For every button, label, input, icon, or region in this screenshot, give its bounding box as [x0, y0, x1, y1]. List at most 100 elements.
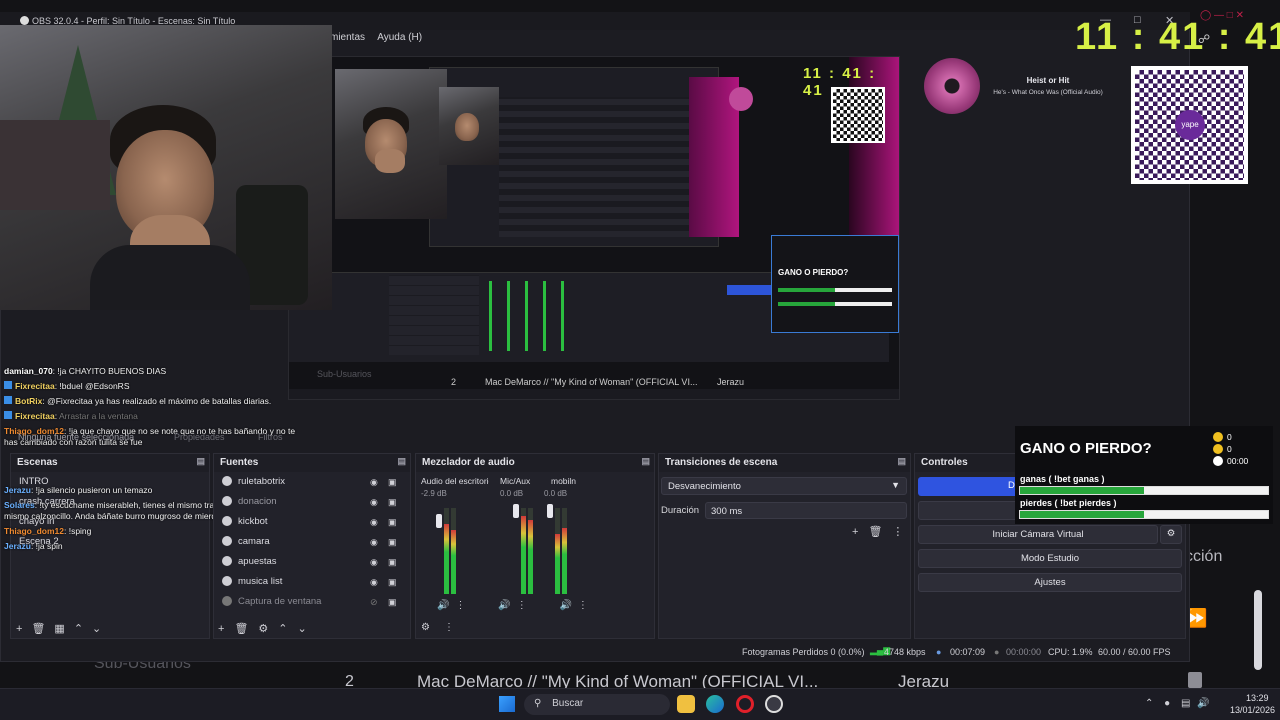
source-settings-icon[interactable]: ⚙	[258, 623, 268, 635]
more-icon[interactable]: ⋮	[517, 600, 527, 611]
lock-icon[interactable]: ▣	[388, 472, 397, 492]
scene-filter-button[interactable]: ▦	[54, 623, 64, 635]
remove-scene-button[interactable]: 🗑	[31, 623, 45, 635]
song-artist: He's - What Once Was (Official Audio)	[993, 89, 1103, 96]
search-placeholder: Buscar	[552, 698, 584, 709]
opera-icon[interactable]	[736, 695, 754, 713]
visibility-eye-icon[interactable]: ◉	[370, 572, 378, 592]
lock-icon[interactable]: ▣	[388, 512, 397, 532]
remove-transition-button[interactable]: 🗑	[868, 526, 882, 538]
source-item[interactable]: Captura de ventana ⊘ ▣	[214, 592, 410, 612]
menu-help[interactable]: Ayuda (H)	[377, 32, 422, 43]
move-down-button[interactable]: ⌄	[92, 623, 101, 635]
lock-icon[interactable]: ▣	[388, 552, 397, 572]
mic-icon[interactable]: ●	[1164, 698, 1170, 709]
webcam-body	[90, 245, 250, 310]
meter-level	[555, 534, 560, 594]
start-button[interactable]	[499, 696, 515, 712]
lose-bar	[1019, 510, 1269, 519]
source-item[interactable]: ruletabotrix ◉ ▣	[214, 472, 410, 492]
duration-input[interactable]: 300 ms	[705, 502, 907, 519]
visibility-eye-icon[interactable]: ◉	[370, 492, 378, 512]
speaker-icon[interactable]: 🔊	[498, 600, 510, 611]
volume-fader[interactable]	[513, 504, 519, 518]
volume-fader[interactable]	[436, 514, 442, 528]
lock-icon[interactable]: ▣	[388, 492, 397, 512]
chat-badge-icon	[4, 411, 12, 419]
lock-icon[interactable]: ▣	[388, 592, 397, 612]
move-up-button[interactable]: ⌃	[74, 623, 83, 635]
channel-name: Audio del escritorio	[421, 476, 489, 486]
source-item[interactable]: apuestas ◉ ▣	[214, 552, 410, 572]
mixer-settings-icon[interactable]: ⚙	[421, 622, 430, 633]
preview-canvas[interactable]: 11 : 41 : 41 GANO O PIERDO? Sub-Usuarios…	[288, 56, 900, 400]
taskbar-search[interactable]: ⚲ Buscar	[524, 694, 670, 715]
pin-icon: ☍	[1198, 32, 1211, 46]
undock-icon[interactable]: ▤	[397, 456, 406, 467]
remove-source-button[interactable]: 🗑	[234, 623, 248, 635]
source-item[interactable]: donacion ◉ ▣	[214, 492, 410, 512]
chat-text: : !ja silencio pusieron un temazo	[30, 485, 153, 495]
undock-icon[interactable]: ▤	[897, 456, 906, 467]
virtual-camera-settings-button[interactable]: ⚙	[1160, 525, 1182, 544]
move-up-button[interactable]: ⌃	[278, 623, 287, 635]
move-down-button[interactable]: ⌄	[298, 623, 307, 635]
controls-title: Controles	[921, 457, 968, 468]
meter-level	[521, 516, 526, 594]
speaker-icon[interactable]: 🔊	[559, 600, 571, 611]
settings-button[interactable]: Ajustes	[918, 573, 1182, 592]
more-icon[interactable]: ⋮	[578, 600, 588, 611]
cpu-usage: CPU: 1.9%	[1048, 647, 1093, 657]
undock-icon[interactable]: ▤	[196, 456, 205, 467]
undock-icon[interactable]: ▤	[641, 456, 650, 467]
add-source-button[interactable]: +	[218, 623, 224, 635]
stream-time: 00:07:09	[950, 647, 986, 657]
hidden-eye-icon[interactable]: ⊘	[370, 592, 378, 612]
nested-grid	[499, 97, 719, 237]
speaker-icon[interactable]: 🔊	[437, 600, 449, 611]
menu-tools[interactable]: mientas	[330, 32, 365, 43]
volume-fader[interactable]	[547, 504, 553, 518]
edge-icon[interactable]	[706, 695, 724, 713]
bet-timer: 00:00	[1227, 456, 1249, 466]
more-icon[interactable]: ⋮	[892, 526, 903, 538]
properties-button[interactable]: Propiedades	[174, 432, 225, 442]
transition-select[interactable]: Desvanecimiento ▼	[661, 477, 907, 495]
clock-hours: 11	[1075, 16, 1120, 58]
volume-icon[interactable]: 🔊	[1197, 698, 1209, 709]
source-type-icon	[222, 596, 232, 607]
search-icon: ⚲	[534, 698, 542, 709]
source-label: ruletabotrix	[238, 476, 285, 487]
lock-icon[interactable]: ▣	[388, 532, 397, 552]
visibility-eye-icon[interactable]: ◉	[370, 512, 378, 532]
record-icon: ●	[994, 647, 1000, 657]
visibility-eye-icon[interactable]: ◉	[370, 472, 378, 492]
visibility-eye-icon[interactable]: ◉	[370, 552, 378, 572]
source-item[interactable]: camara ◉ ▣	[214, 532, 410, 552]
visibility-eye-icon[interactable]: ◉	[370, 532, 378, 552]
transitions-header: Transiciones de escena ▤	[659, 454, 910, 472]
chevron-up-icon[interactable]: ⌃	[1145, 698, 1153, 709]
song-title: Heist or Hit	[1026, 76, 1070, 85]
start-virtual-camera-button[interactable]: Iniciar Cámara Virtual	[918, 525, 1158, 544]
transitions-toolbar: + 🗑 ⋮	[852, 525, 903, 538]
source-item[interactable]: musica list ◉ ▣	[214, 572, 410, 592]
more-icon[interactable]: ⋮	[444, 622, 454, 633]
chat-user: Jerazu	[4, 541, 31, 551]
file-explorer-icon[interactable]	[677, 695, 695, 713]
source-type-icon	[222, 536, 232, 547]
lock-icon[interactable]: ▣	[388, 572, 397, 592]
timer-icon	[1213, 456, 1223, 466]
studio-mode-button[interactable]: Modo Estudio	[918, 549, 1182, 568]
filters-button[interactable]: Filtros	[258, 432, 283, 442]
nested-clock-m: 41	[842, 65, 863, 82]
source-item[interactable]: kickbot ◉ ▣	[214, 512, 410, 532]
more-icon[interactable]: ⋮	[455, 600, 465, 611]
channel-db: 0.0 dB	[500, 489, 524, 498]
wifi-icon[interactable]: ▤	[1181, 698, 1190, 709]
add-scene-button[interactable]: +	[16, 623, 22, 635]
chat-message: BotRix: @Fixrecitaa ya has realizado el …	[4, 396, 304, 407]
obs-taskbar-icon[interactable]	[765, 695, 783, 713]
add-transition-button[interactable]: +	[852, 526, 858, 538]
meter-level	[444, 524, 449, 594]
